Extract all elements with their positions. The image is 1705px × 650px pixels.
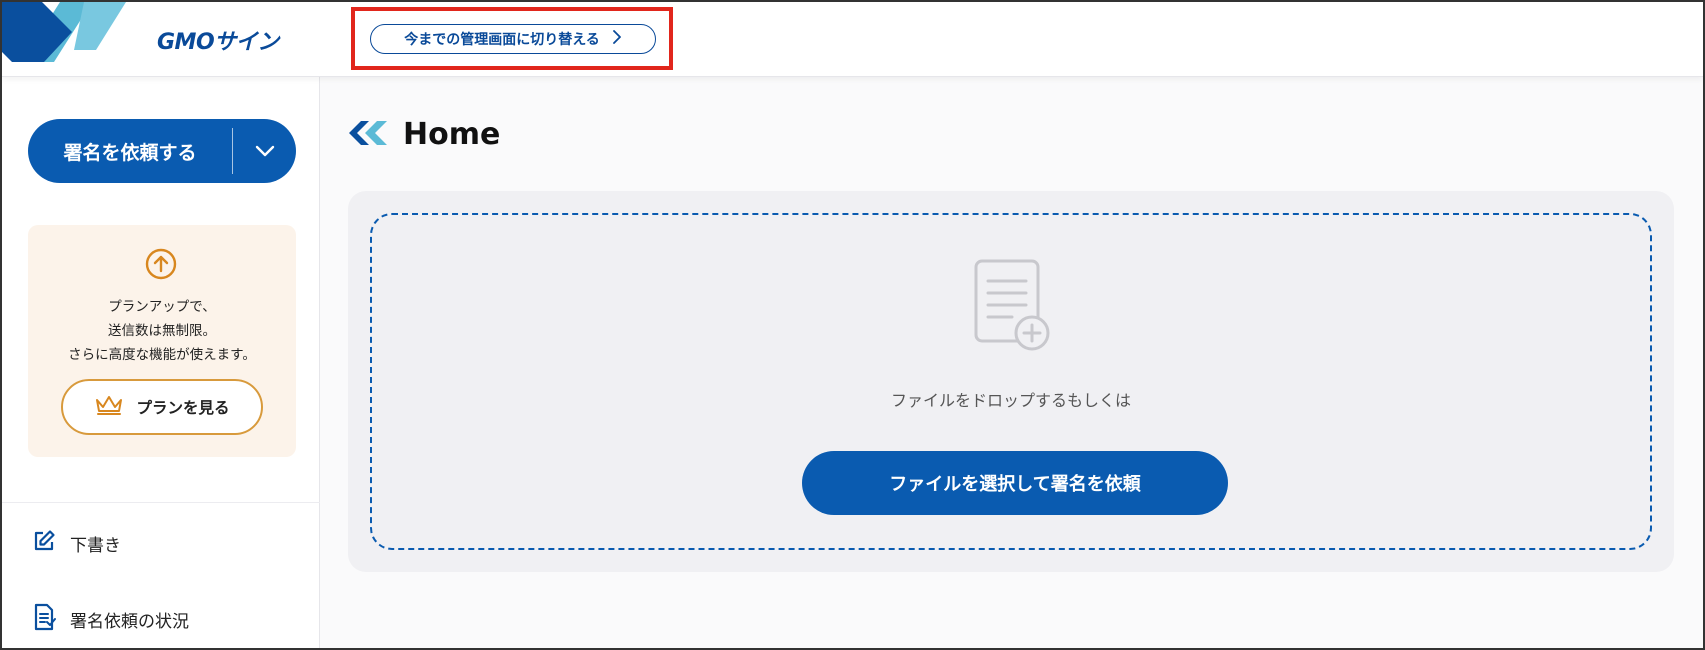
top-header: GMOサイン 今までの管理画面に切り替える <box>2 2 1703 77</box>
edit-icon <box>32 529 56 558</box>
crown-icon <box>94 394 124 420</box>
sidebar-item-drafts[interactable]: 下書き <box>32 529 121 558</box>
document-list-icon <box>32 603 56 636</box>
request-dropdown-toggle[interactable] <box>233 119 296 183</box>
request-signature-button[interactable]: 署名を依頼する <box>28 119 296 183</box>
sidebar-item-label: 下書き <box>70 536 121 556</box>
page-title-text: Home <box>403 117 501 152</box>
gmo-logo-icon[interactable] <box>2 2 132 72</box>
chevron-right-icon <box>612 30 622 48</box>
sidebar-divider <box>2 502 320 503</box>
brand-name: GMOサイン <box>157 30 279 55</box>
request-signature-label: 署名を依頼する <box>63 141 197 164</box>
sidebar: 署名を依頼する プランアップで、 送信数は無制限。 さらに高度な機能が使えます。 <box>2 77 320 648</box>
upload-card: ファイルをドロップするもしくは ファイルを選択して署名を依頼 <box>348 191 1674 572</box>
plan-upgrade-promo: プランアップで、 送信数は無制限。 さらに高度な機能が使えます。 プランを見る <box>28 225 296 457</box>
view-plans-button[interactable]: プランを見る <box>61 379 263 435</box>
promo-text-line2: 送信数は無制限。 <box>108 323 216 339</box>
arrow-up-circle-icon <box>144 247 178 285</box>
sidebar-item-label: 署名依頼の状況 <box>70 612 189 632</box>
sidebar-item-request-status[interactable]: 署名依頼の状況 <box>32 603 189 636</box>
select-file-button[interactable]: ファイルを選択して署名を依頼 <box>802 451 1228 515</box>
add-document-icon <box>972 257 1052 357</box>
switch-button-label: 今までの管理画面に切り替える <box>404 32 600 48</box>
view-plans-label: プランを見る <box>136 399 230 417</box>
page-title: Home <box>347 117 500 152</box>
switch-legacy-admin-button[interactable]: 今までの管理画面に切り替える <box>370 24 656 54</box>
promo-text-line1: プランアップで、 <box>108 299 216 315</box>
app-window: GMOサイン 今までの管理画面に切り替える 署名を依頼する プランアップで、 送… <box>0 0 1705 650</box>
drop-instruction-text: ファイルをドロップするもしくは <box>890 391 1131 410</box>
chevron-down-icon <box>255 142 275 161</box>
promo-text-line3: さらに高度な機能が使えます。 <box>68 347 256 363</box>
home-logo-icon <box>347 118 389 152</box>
file-drop-zone[interactable]: ファイルをドロップするもしくは ファイルを選択して署名を依頼 <box>370 213 1652 550</box>
